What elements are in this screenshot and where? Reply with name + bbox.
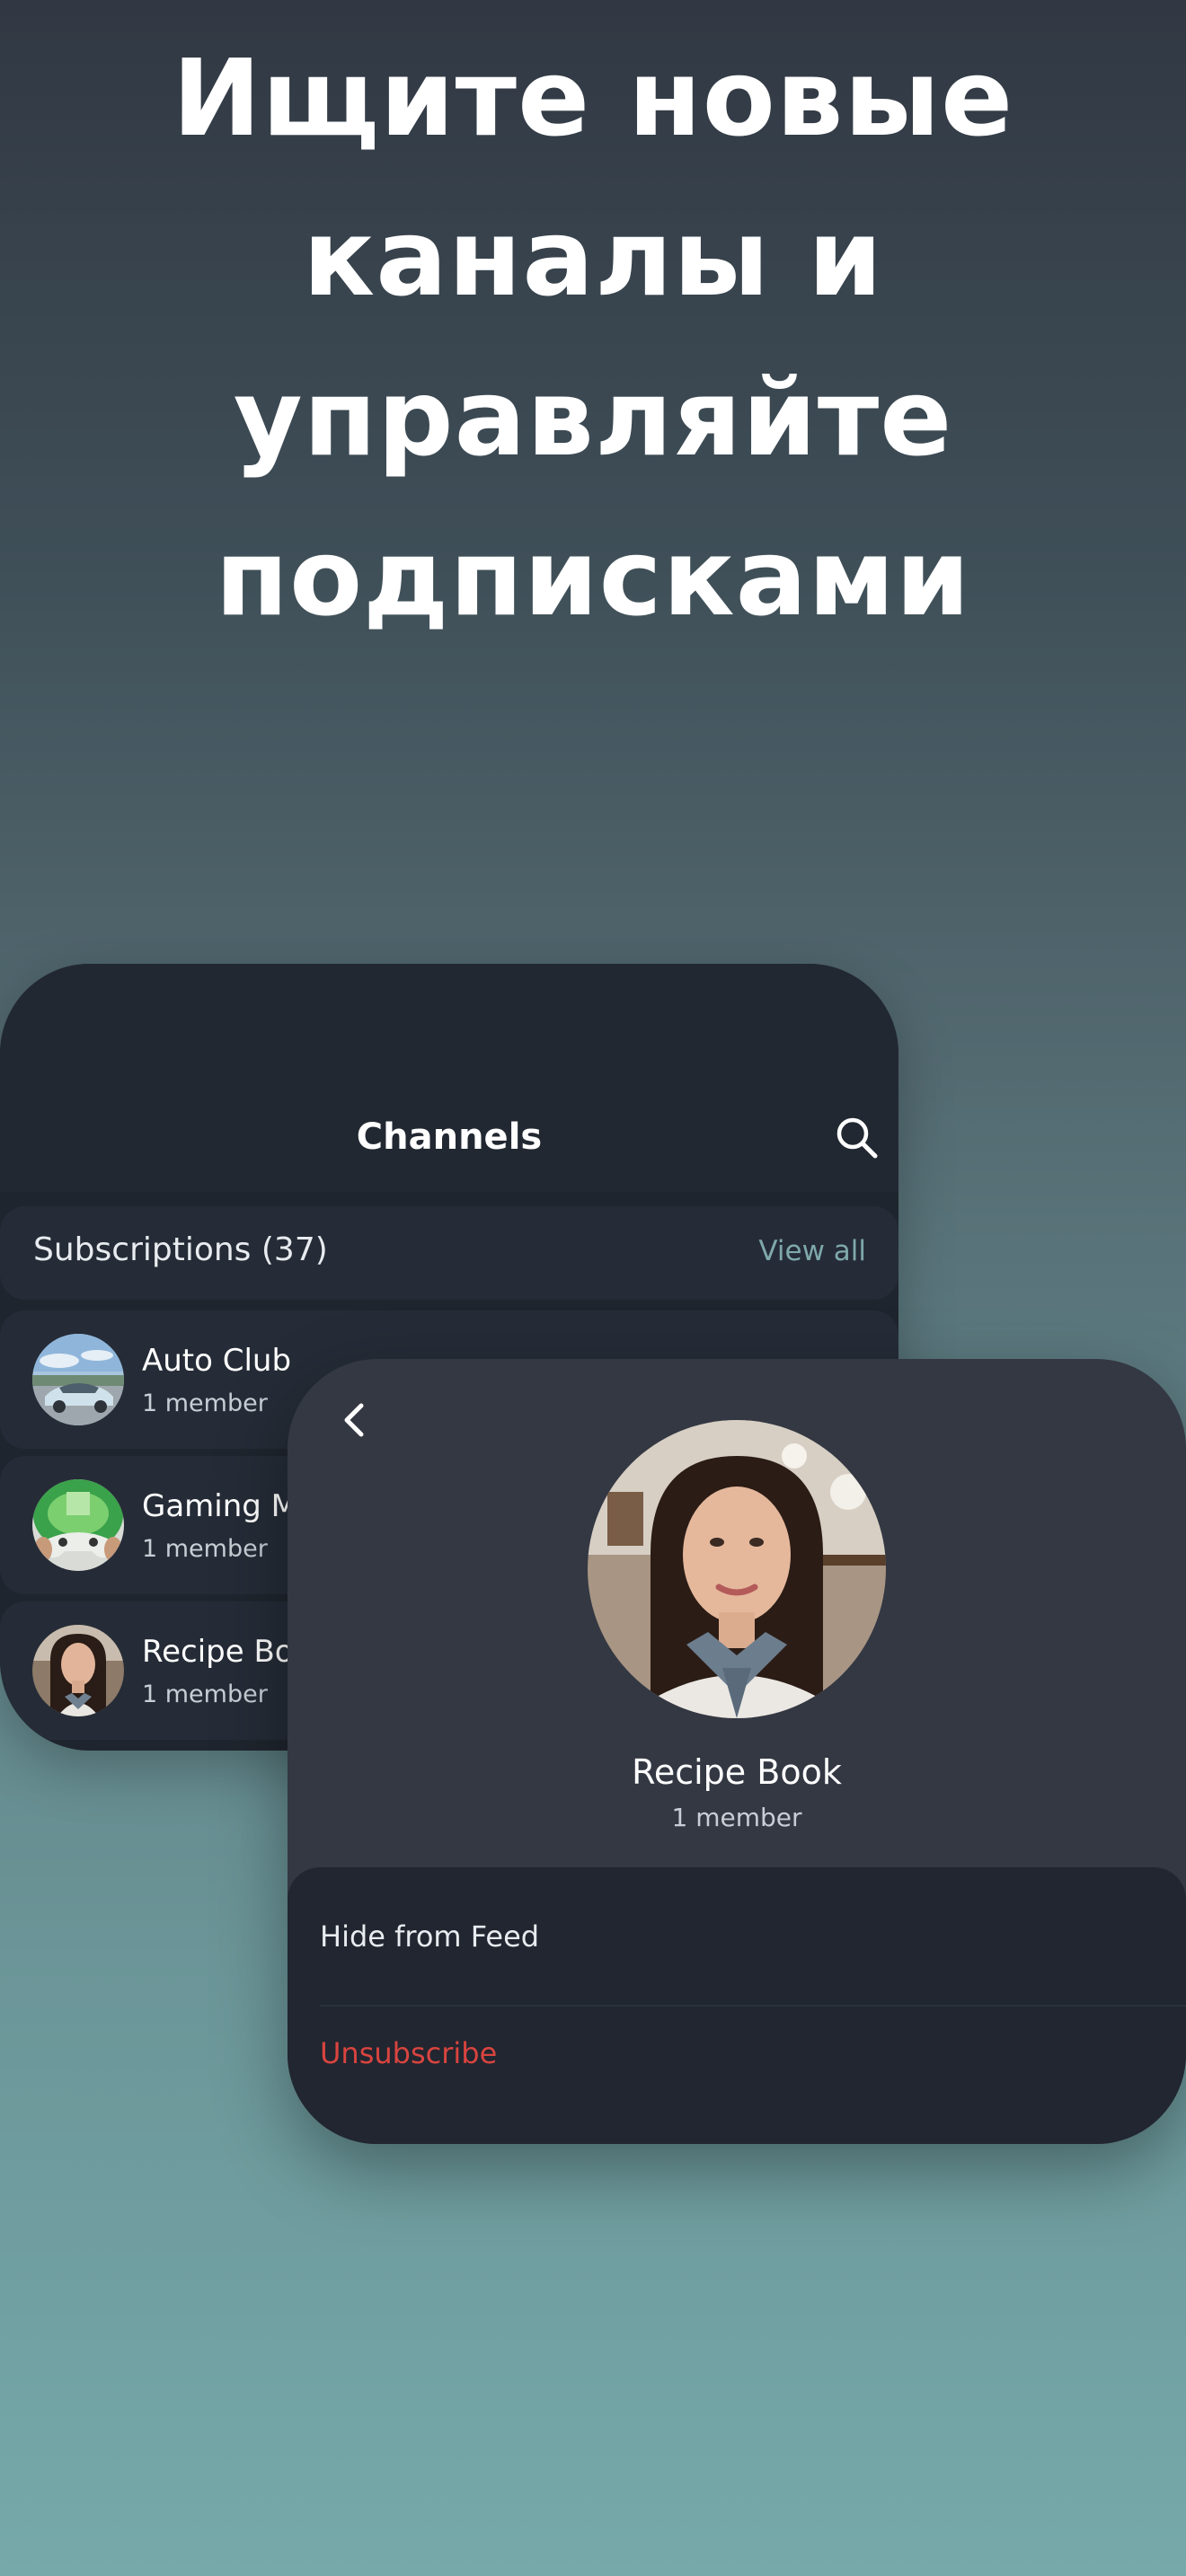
page-title: Channels bbox=[356, 1116, 543, 1158]
channel-avatar-large bbox=[588, 1420, 886, 1718]
headline-line-2: каналы и bbox=[303, 196, 883, 320]
channel-name: Gaming M bbox=[142, 1488, 298, 1524]
channel-avatar-car bbox=[32, 1334, 124, 1425]
headline-line-1: Ищите новые bbox=[172, 36, 1014, 160]
subscriptions-row: Subscriptions (37) View all bbox=[0, 1206, 898, 1300]
subscriptions-label: Subscriptions (37) bbox=[33, 1231, 328, 1268]
divider bbox=[320, 2005, 1186, 2007]
hide-from-feed-button[interactable]: Hide from Feed bbox=[320, 1919, 539, 1954]
channel-title: Recipe Book bbox=[632, 1752, 842, 1792]
channel-members: 1 member bbox=[142, 1389, 268, 1417]
channel-name: Auto Club bbox=[142, 1343, 292, 1379]
channel-detail-screen: Recipe Book 1 member Hide from Feed Unsu… bbox=[288, 1359, 1186, 2144]
unsubscribe-button[interactable]: Unsubscribe bbox=[320, 2036, 497, 2070]
channel-members: 1 member bbox=[142, 1535, 268, 1563]
channel-name: Recipe Boo bbox=[142, 1634, 313, 1670]
headline-line-3: управляйте bbox=[233, 356, 953, 480]
headline-line-4: подписками bbox=[215, 516, 971, 640]
search-icon[interactable] bbox=[832, 1113, 882, 1163]
view-all-link[interactable]: View all bbox=[758, 1235, 866, 1267]
channel-members: 1 member bbox=[142, 1681, 268, 1708]
channel-member-count: 1 member bbox=[671, 1803, 802, 1832]
channel-avatar-portrait bbox=[32, 1625, 124, 1716]
action-list: Hide from Feed Unsubscribe bbox=[288, 1867, 1186, 2144]
channel-avatar-gamepad bbox=[32, 1479, 124, 1571]
nav-bar: Channels bbox=[0, 964, 898, 1192]
chevron-left-icon[interactable] bbox=[331, 1395, 381, 1445]
promo-headline: Ищите новые каналы и управляйте подписка… bbox=[0, 18, 1186, 657]
